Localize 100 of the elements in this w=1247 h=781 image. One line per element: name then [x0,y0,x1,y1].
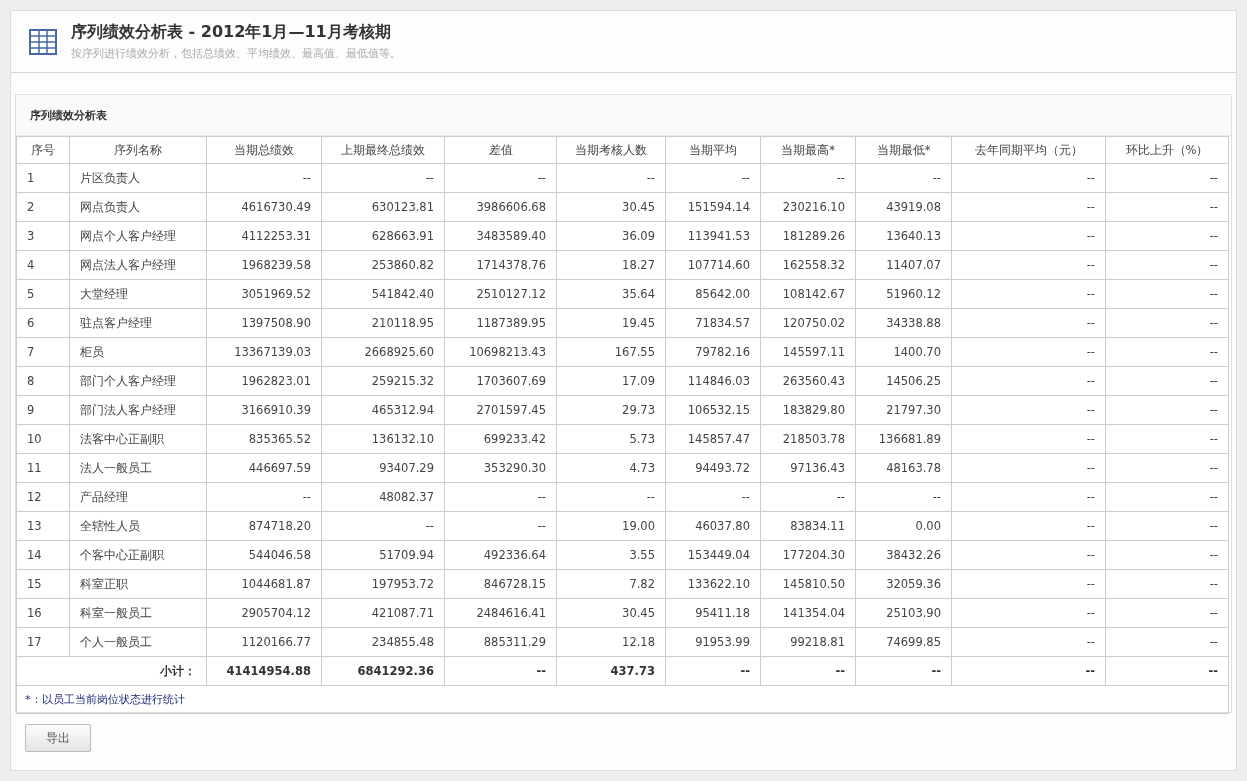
table-cell: 10698213.43 [444,337,557,367]
table-cell: 14 [16,540,70,570]
table-cell: 3483589.40 [444,221,557,251]
table-cell: -- [1105,627,1229,657]
table-cell: -- [444,482,557,512]
table-cell: 柜员 [69,337,207,367]
table-cell: -- [1105,598,1229,628]
table-cell: -- [951,163,1106,193]
table-cell: 630123.81 [321,192,445,222]
table-cell: 107714.60 [665,250,761,280]
table-cell: -- [855,163,952,193]
table-cell: 1962823.01 [206,366,322,396]
table-cell: 95411.18 [665,598,761,628]
table-cell: 7 [16,337,70,367]
table-cell: 12.18 [556,627,666,657]
footnote: *：以员工当前岗位状态进行统计 [16,685,1229,714]
table-cell: 2668925.60 [321,337,445,367]
table-cell: 30.45 [556,192,666,222]
subtotal-cell: -- [760,656,856,686]
table-cell: 183829.80 [760,395,856,425]
page-title: 序列绩效分析表 - 2012年1月—11月考核期 [71,22,392,43]
table-cell: -- [1105,569,1229,599]
table-cell: 4112253.31 [206,221,322,251]
table-cell: 108142.67 [760,279,856,309]
table-cell: 17.09 [556,366,666,396]
table-cell: -- [951,221,1106,251]
table-cell: 46037.80 [665,511,761,541]
subtotal-cell: -- [1105,656,1229,686]
table-cell: 19.00 [556,511,666,541]
table-cell: 网点负责人 [69,192,207,222]
table-cell: 253860.82 [321,250,445,280]
column-header: 序列名称 [69,136,207,164]
table-cell: 230216.10 [760,192,856,222]
table-cell: 9 [16,395,70,425]
table-cell: 97136.43 [760,453,856,483]
table-cell: 科室正职 [69,569,207,599]
table-cell: -- [1105,395,1229,425]
table-cell: 全辖性人员 [69,511,207,541]
table-cell: -- [1105,366,1229,396]
table-cell: 34338.88 [855,308,952,338]
table-cell: 48082.37 [321,482,445,512]
table-cell: 18.27 [556,250,666,280]
table-cell: 421087.71 [321,598,445,628]
subtotal-cell: 437.73 [556,656,666,686]
table-cell: -- [1105,163,1229,193]
table-cell: 2510127.12 [444,279,557,309]
table-cell: -- [951,395,1106,425]
table-cell: 85642.00 [665,279,761,309]
table-cell: 874718.20 [206,511,322,541]
table-cell: -- [1105,511,1229,541]
table-cell: 1044681.87 [206,569,322,599]
table-cell: 1397508.90 [206,308,322,338]
table-cell: 492336.64 [444,540,557,570]
table-cell: 5 [16,279,70,309]
table-cell: 个客中心正副职 [69,540,207,570]
table-cell: 83834.11 [760,511,856,541]
table-cell: 25103.90 [855,598,952,628]
table-cell: 21797.30 [855,395,952,425]
table-cell: 15 [16,569,70,599]
table-cell: 1703607.69 [444,366,557,396]
table-cell: 驻点客户经理 [69,308,207,338]
table-cell: 4.73 [556,453,666,483]
table-cell: 32059.36 [855,569,952,599]
column-header: 当期平均 [665,136,761,164]
table-cell: -- [1105,453,1229,483]
subtotal-label: 小计： [16,656,207,686]
subtotal-cell: -- [665,656,761,686]
table-cell: 法客中心正副职 [69,424,207,454]
table-cell: -- [951,511,1106,541]
table-cell: -- [444,163,557,193]
table-cell: 2 [16,192,70,222]
table-cell: 网点法人客户经理 [69,250,207,280]
table-cell: -- [951,308,1106,338]
table-cell: 197953.72 [321,569,445,599]
table-cell: 1714378.76 [444,250,557,280]
table-cell: 177204.30 [760,540,856,570]
table-cell: 法人一般员工 [69,453,207,483]
column-header: 环比上升（%） [1105,136,1229,164]
table-cell: 353290.30 [444,453,557,483]
column-header: 当期总绩效 [206,136,322,164]
table-cell: 2905704.12 [206,598,322,628]
table-cell: 71834.57 [665,308,761,338]
table-cell: -- [951,569,1106,599]
table-cell: 94493.72 [665,453,761,483]
table-cell: 36.09 [556,221,666,251]
table-cell: 218503.78 [760,424,856,454]
table-cell: 167.55 [556,337,666,367]
table-cell: 1 [16,163,70,193]
export-button[interactable]: 导出 [25,724,91,752]
table-cell: 181289.26 [760,221,856,251]
table-cell: 片区负责人 [69,163,207,193]
table-cell: -- [951,627,1106,657]
table-cell: 263560.43 [760,366,856,396]
table-cell: 16 [16,598,70,628]
table-cell: 3.55 [556,540,666,570]
table-cell: 446697.59 [206,453,322,483]
table-cell: -- [556,482,666,512]
table-cell: -- [1105,279,1229,309]
table-cell: -- [855,482,952,512]
table-cell: 141354.04 [760,598,856,628]
